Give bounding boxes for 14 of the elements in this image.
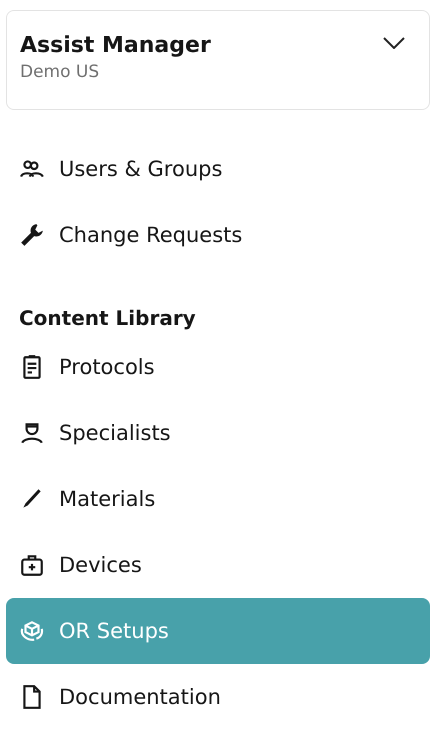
nav-item[interactable]: Change Requests [6,202,430,268]
nav-item[interactable]: Protocols [6,334,430,400]
chevron-down-icon [383,37,405,49]
cube-icon [19,618,45,644]
nav-item[interactable]: Users & Groups [6,136,430,202]
nav-item[interactable]: Devices [6,532,430,598]
nav-item[interactable]: Materials [6,466,430,532]
account-name: Demo US [20,62,100,82]
wrench-icon [19,222,45,248]
nav-item[interactable]: Documentation [6,664,430,730]
app-title: Assist Manager [20,33,211,58]
section-heading: Content Library [18,305,197,332]
account-switcher[interactable]: Assist Manager Demo US [6,10,430,110]
nav-item[interactable]: Specialists [6,400,430,466]
